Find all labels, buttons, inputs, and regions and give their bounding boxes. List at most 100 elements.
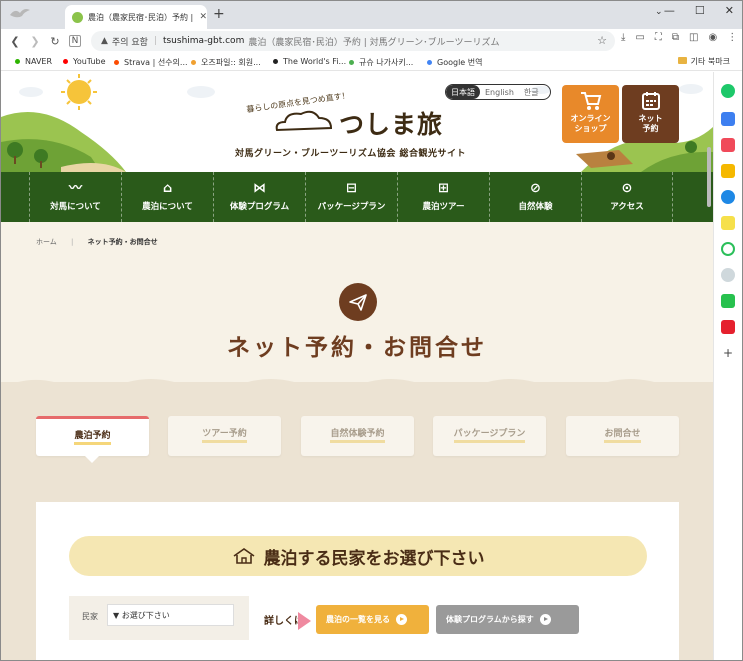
shop-label-line2: ショップ: [574, 124, 607, 133]
sidebar-play-icon[interactable]: [721, 242, 735, 256]
page-scrollbar[interactable]: [707, 147, 711, 207]
tab-label: 農泊予約: [74, 431, 111, 445]
folder-icon: [677, 57, 687, 64]
bookmark-item[interactable]: The World's Fi...: [273, 57, 346, 66]
sidebar-news-icon[interactable]: [721, 320, 735, 334]
search-by-program-button[interactable]: 体験プログラムから探す: [436, 605, 579, 634]
profile-icon[interactable]: ◉: [708, 32, 717, 43]
sidebar-edge-icon[interactable]: [721, 190, 735, 204]
lang-japanese[interactable]: 日本語: [446, 85, 480, 99]
maximize-icon[interactable]: ☐: [695, 4, 705, 17]
address-bar[interactable]: ▲ 주의 요함 | tsushima-gbt.com 農泊（農家民宿･民泊）予約…: [91, 31, 615, 51]
whale-icon: 〰: [68, 181, 82, 196]
tab-label: ツアー予約: [202, 429, 247, 443]
nav-label: パッケージプラン: [317, 202, 386, 212]
toolbar-icons: ⤓ ▭ ⛶ ⧉ ◫ ◉ ⋮: [621, 32, 737, 43]
address-separator: |: [153, 36, 157, 46]
cart-icon: [580, 92, 601, 110]
sidebar-pocket-icon[interactable]: [721, 138, 735, 152]
browser-window: 農泊（農家民宿･民泊）予約 | 対 ✕ + ⌄ — ☐ ✕ ❮ ❯ ↻ N ▲ …: [0, 0, 743, 661]
breadcrumb-current: ネット予約・お問合せ: [87, 238, 158, 246]
bookmark-label: The World's Fi...: [283, 57, 347, 66]
capture-icon[interactable]: ⛶: [655, 32, 662, 43]
tab-nature-reservation[interactable]: 自然体験予約: [301, 416, 414, 456]
bookmark-item[interactable]: YouTube: [63, 57, 106, 66]
language-switcher: 日本語 English 한글: [445, 84, 551, 100]
menu-icon[interactable]: ⋮: [727, 32, 737, 43]
nav-item-nature[interactable]: ⊘ 自然体験: [489, 172, 581, 222]
sidebar-add-icon[interactable]: +: [721, 346, 735, 360]
logo-cloud-icon: [275, 110, 333, 132]
download-icon[interactable]: ⤓: [621, 32, 625, 43]
sidebar-notes-icon[interactable]: [721, 216, 735, 230]
reader-icon[interactable]: N: [69, 35, 81, 47]
panel-heading-text: 農泊する民家をお選び下さい: [263, 548, 485, 569]
sidebar-star-icon[interactable]: [721, 164, 735, 178]
tab-strip: 農泊（農家民宿･民泊）予約 | 対 ✕ + ⌄ — ☐ ✕: [1, 1, 742, 29]
tab-label: パッケージプラン: [453, 429, 526, 443]
house-icon: ⌂: [162, 181, 173, 196]
house-filter: 民家 ▼ お選び下さい: [69, 596, 249, 640]
tab-package-plan[interactable]: パッケージプラン: [433, 416, 546, 456]
house-select[interactable]: ▼ お選び下さい: [107, 604, 234, 626]
main-nav: 〰対馬について ⌂ 農泊について ⋈ 体験プログラム ⊟ パッケージプラン ⊞ 農泊ツア…: [1, 172, 713, 222]
close-tab-icon[interactable]: ✕: [199, 12, 207, 22]
sidebar-calendar-icon[interactable]: [721, 112, 735, 126]
view-farmstay-list-button[interactable]: 農泊の一覧を見る: [316, 605, 429, 634]
nav-item-tsushima[interactable]: 〰対馬について: [29, 172, 121, 222]
cast-icon[interactable]: ▭: [635, 32, 644, 43]
tab-search-icon[interactable]: ⌄: [655, 7, 663, 17]
lang-english[interactable]: English: [480, 85, 519, 99]
bookmark-item[interactable]: 오즈파일:: 회원...: [191, 57, 261, 68]
forward-icon[interactable]: ❯: [25, 35, 45, 48]
nav-item-farmstay[interactable]: ⌂ 農泊について: [121, 172, 213, 222]
nav-item-tours[interactable]: ⊞ 農泊ツアー: [397, 172, 489, 222]
back-icon[interactable]: ❮: [5, 35, 25, 48]
tab-label: 自然体験予約: [330, 429, 385, 443]
nav-item-programs[interactable]: ⋈ 体験プログラム: [213, 172, 305, 222]
close-window-icon[interactable]: ✕: [725, 4, 734, 17]
url-path: 農泊（農家民宿･民泊）予約 | 対馬グリーン･ブルーツーリズム: [248, 37, 500, 48]
tab-farmstay-reservation[interactable]: 農泊予約: [36, 416, 149, 456]
new-tab-button[interactable]: +: [213, 6, 225, 22]
bookmark-folder[interactable]: 기타 북마크: [677, 56, 730, 67]
tab-inquiry[interactable]: お問合せ: [566, 416, 679, 456]
sidebar-avatar-icon[interactable]: [721, 268, 735, 282]
button-label: 体験プログラムから探す: [446, 615, 534, 624]
window-controls: — ☐ ✕: [664, 4, 734, 17]
tab-tour-reservation[interactable]: ツアー予約: [168, 416, 281, 456]
site-subtitle: 対馬グリーン・ブルーツーリズム協会 総合観光サイト: [235, 149, 467, 159]
nav-label: アクセス: [610, 202, 644, 212]
site-header: 暮らしの原点を見つめ直す！ つしま旅 対馬グリーン・ブルーツーリズム協会 総合観…: [1, 72, 713, 172]
bookmark-item[interactable]: 규슈 나가사키...: [349, 57, 413, 68]
panel-heading: 農泊する民家をお選び下さい: [69, 536, 647, 576]
bookmark-label: 오즈파일:: 회원...: [201, 58, 261, 67]
breadcrumb-home[interactable]: ホーム: [36, 238, 57, 246]
extensions-icon[interactable]: ⧉: [672, 32, 679, 43]
bookmark-item[interactable]: Strava | 선수의...: [114, 57, 188, 68]
sidebar-chat-icon[interactable]: [721, 294, 735, 308]
browser-tab[interactable]: 農泊（農家民宿･民泊）予約 | 対 ✕: [65, 5, 207, 29]
warning-icon[interactable]: ▲: [101, 36, 108, 46]
bookmark-item[interactable]: NAVER: [15, 57, 52, 66]
lang-korean[interactable]: 한글: [519, 85, 544, 99]
site-logo[interactable]: つしま旅: [339, 105, 443, 141]
sidebar-app-icon[interactable]: [721, 84, 735, 98]
reload-icon[interactable]: ↻: [45, 35, 65, 48]
pin-icon: ⊙: [621, 181, 633, 196]
sidebar-toggle-icon[interactable]: ◫: [689, 32, 698, 43]
tab-title: 農泊（農家民宿･民泊）予約 | 対: [88, 12, 197, 22]
map-icon: ⊞: [438, 181, 449, 196]
minimize-icon[interactable]: —: [664, 4, 675, 17]
nav-item-access[interactable]: ⊙ アクセス: [581, 172, 673, 222]
bookmark-item[interactable]: Google 번역: [427, 57, 482, 68]
online-shop-button[interactable]: オンライン ショップ: [562, 85, 619, 143]
security-label[interactable]: 주의 요함: [112, 35, 148, 48]
net-reservation-button[interactable]: ネット 予約: [622, 85, 679, 143]
site-favicon-icon: [72, 11, 83, 23]
reservation-panel: 農泊する民家をお選び下さい 民家 ▼ お選び下さい 詳しくは 農泊の一覧を見る …: [36, 502, 679, 660]
nav-item-packages[interactable]: ⊟ パッケージプラン: [305, 172, 397, 222]
bookmark-star-icon[interactable]: ☆: [597, 34, 607, 47]
house-icon: [233, 548, 254, 564]
filter-label: 民家: [82, 612, 98, 621]
